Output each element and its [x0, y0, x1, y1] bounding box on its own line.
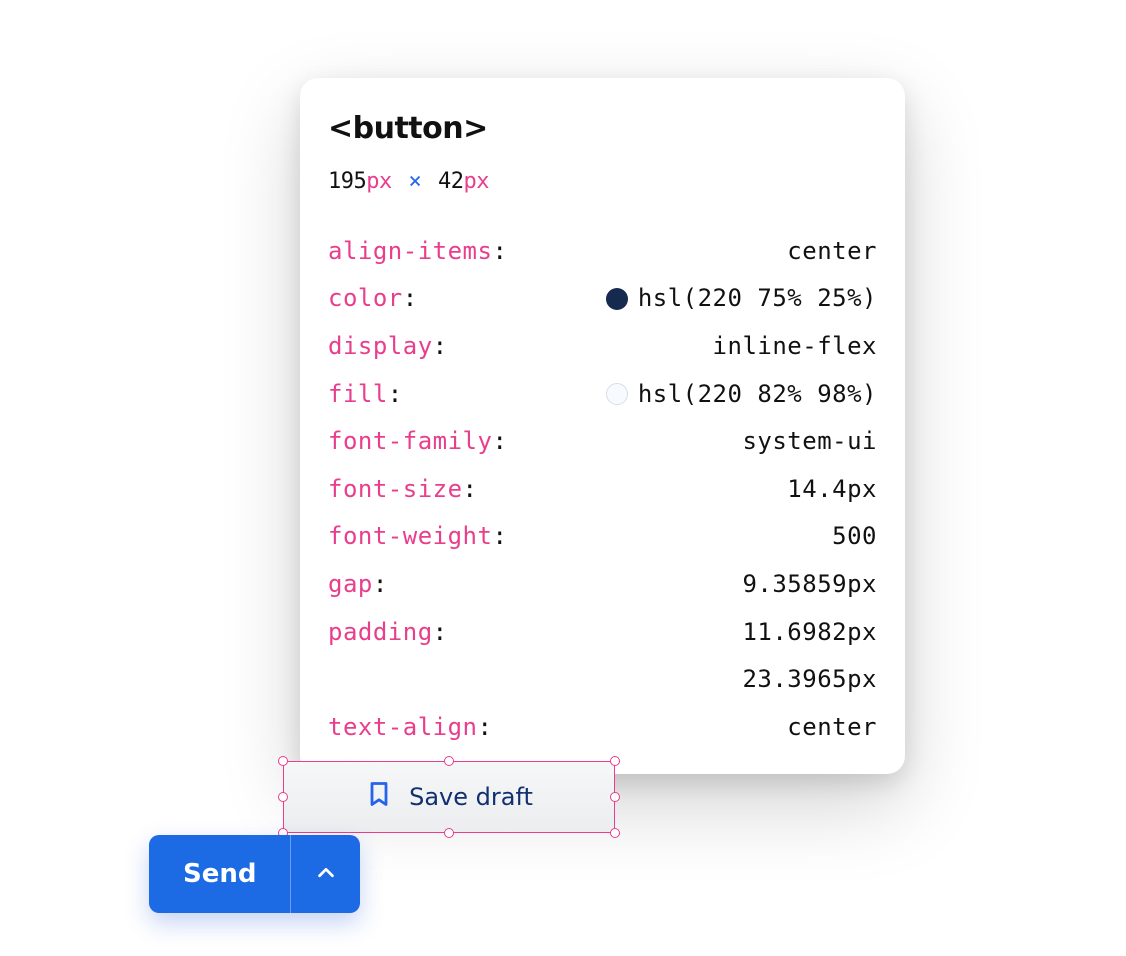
- css-prop-value: hsl(220 82% 98%): [638, 372, 877, 418]
- send-button-group: Send: [149, 835, 360, 913]
- css-prop-name: font-weight: [328, 522, 492, 550]
- inspected-button-wrapper: Save draft: [283, 761, 615, 833]
- bookmark-icon: [365, 780, 393, 814]
- css-prop-name: color: [328, 284, 403, 312]
- send-button[interactable]: Send: [149, 835, 290, 913]
- save-draft-label: Save draft: [409, 783, 533, 811]
- inspected-dimensions: 195px × 42px: [328, 161, 877, 203]
- css-prop-name: font-family: [328, 427, 492, 455]
- px-unit: px: [366, 169, 392, 194]
- css-prop-value: center: [787, 705, 877, 751]
- send-dropdown-toggle[interactable]: [290, 835, 360, 913]
- color-swatch-icon: [606, 288, 628, 310]
- css-prop-value: system-ui: [742, 419, 877, 465]
- css-prop-name: gap: [328, 570, 373, 598]
- height-value: 42: [438, 169, 464, 194]
- save-draft-button[interactable]: Save draft: [283, 761, 615, 833]
- send-label: Send: [183, 859, 256, 889]
- width-value: 195: [328, 169, 366, 194]
- px-unit: px: [464, 169, 490, 194]
- css-properties-list: align-items: center color: hsl(220 75% 2…: [328, 229, 877, 751]
- inspected-tag-name: <button>: [328, 100, 877, 157]
- css-prop-name: font-size: [328, 475, 463, 503]
- css-prop-name: align-items: [328, 237, 492, 265]
- css-prop-value: hsl(220 75% 25%): [638, 276, 877, 322]
- css-prop-name: padding: [328, 618, 433, 646]
- css-prop-value-line2: 23.3965px: [742, 665, 877, 693]
- css-inspector-tooltip: <button> 195px × 42px align-items: cente…: [300, 78, 905, 774]
- css-prop-value: 11.6982px: [742, 610, 877, 656]
- color-swatch-icon: [606, 383, 628, 405]
- css-prop-value: 9.35859px: [742, 562, 877, 608]
- css-prop-value: center: [787, 229, 877, 275]
- css-prop-name: display: [328, 332, 433, 360]
- css-prop-name: fill: [328, 380, 388, 408]
- chevron-up-icon: [315, 862, 337, 887]
- times-glyph: ×: [409, 169, 422, 194]
- css-prop-value: inline-flex: [713, 324, 877, 370]
- css-prop-value: 500: [832, 514, 877, 560]
- css-prop-name: text-align: [328, 713, 478, 741]
- css-prop-value: 14.4px: [787, 467, 877, 513]
